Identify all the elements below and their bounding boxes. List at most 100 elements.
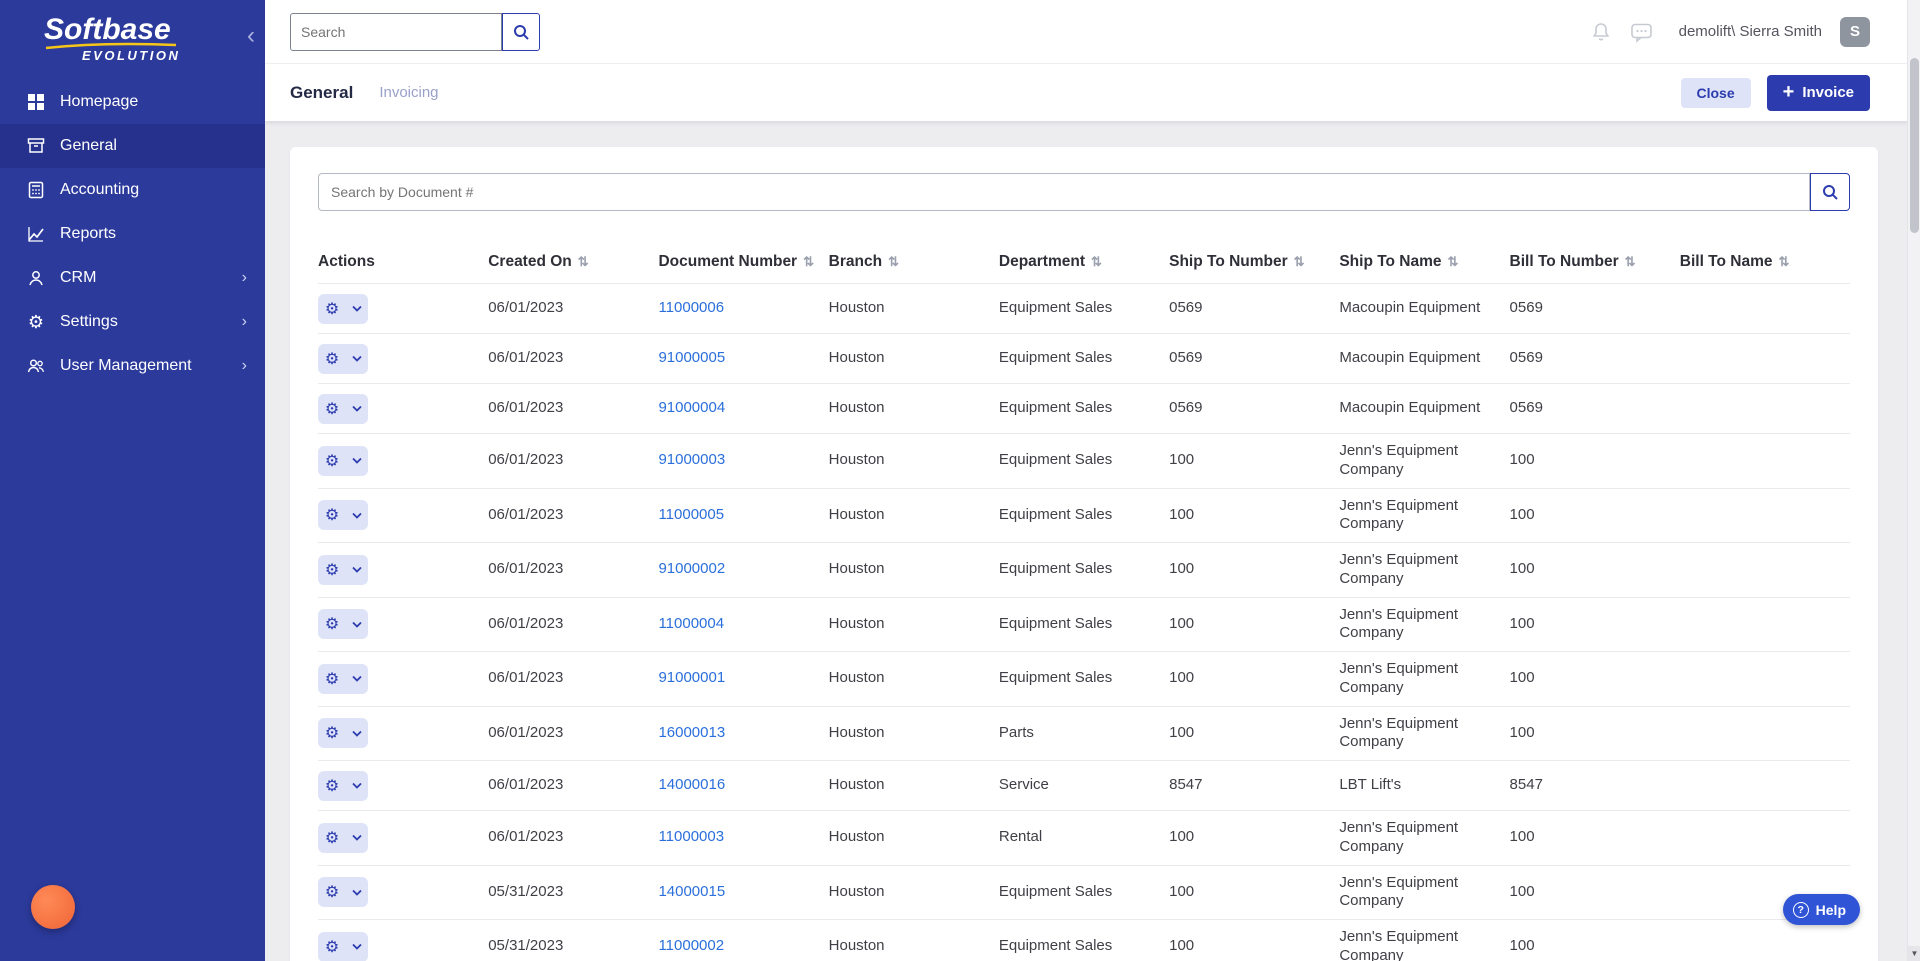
- row-settings-button[interactable]: ⚙: [318, 394, 346, 424]
- document-number-link[interactable]: 91000001: [658, 669, 725, 688]
- bill-to-number-cell: 100: [1509, 828, 1535, 846]
- chat-icon: [1630, 23, 1652, 43]
- bill-to-name-cell: [1680, 922, 1850, 961]
- content-area: Actions Created On⇅ Document Number⇅ Bra…: [265, 121, 1920, 961]
- sidebar-item-reports[interactable]: Reports: [0, 212, 265, 256]
- sidebar-item-general[interactable]: General: [0, 124, 265, 168]
- row-actions-dropdown[interactable]: [346, 294, 368, 324]
- bill-to-name-cell: [1680, 491, 1850, 540]
- row-settings-button[interactable]: ⚙: [318, 446, 346, 476]
- sort-icon[interactable]: ⇅: [1294, 254, 1305, 270]
- row-settings-button[interactable]: ⚙: [318, 294, 346, 324]
- row-settings-button[interactable]: ⚙: [318, 609, 346, 639]
- sidebar-collapse-icon[interactable]: ‹: [247, 24, 255, 48]
- sidebar-item-label: Homepage: [60, 93, 139, 110]
- document-number-link[interactable]: 11000005: [658, 506, 724, 525]
- tab-general[interactable]: General: [290, 83, 353, 103]
- column-header-document-number: Document Number ⇅: [658, 253, 814, 270]
- document-number-link[interactable]: 11000002: [658, 937, 724, 956]
- row-actions-dropdown[interactable]: [346, 718, 368, 748]
- help-button[interactable]: ? Help: [1782, 894, 1860, 925]
- row-actions-dropdown[interactable]: [346, 500, 368, 530]
- tab-invoicing[interactable]: Invoicing: [379, 84, 438, 101]
- row-settings-button[interactable]: ⚙: [318, 771, 346, 801]
- table-row: ⚙ 06/01/2023 11000004 Houston Equipment …: [318, 598, 1850, 652]
- close-button[interactable]: Close: [1680, 77, 1751, 108]
- sort-icon[interactable]: ⇅: [1779, 254, 1790, 270]
- bill-to-number-cell: 100: [1509, 882, 1535, 900]
- sidebar-item-label: Reports: [60, 225, 117, 242]
- row-actions-dropdown[interactable]: [346, 877, 368, 907]
- actions-cell: ⚙: [318, 813, 488, 862]
- document-search-input[interactable]: [318, 173, 1810, 211]
- chevron-down-icon: [352, 944, 362, 951]
- sidebar-item-accounting[interactable]: Accounting: [0, 168, 265, 212]
- messages-button[interactable]: [1630, 21, 1653, 43]
- row-actions-dropdown[interactable]: [346, 344, 368, 374]
- sort-icon[interactable]: ⇅: [578, 254, 589, 270]
- row-settings-button[interactable]: ⚙: [318, 555, 346, 585]
- row-actions-dropdown[interactable]: [346, 609, 368, 639]
- chat-widget-button[interactable]: [31, 885, 75, 929]
- sidebar-item-settings[interactable]: ⚙ Settings ›: [0, 300, 265, 344]
- document-number-link[interactable]: 14000015: [658, 883, 725, 902]
- row-settings-button[interactable]: ⚙: [318, 718, 346, 748]
- avatar[interactable]: S: [1840, 16, 1870, 47]
- sidebar-item-homepage[interactable]: Homepage: [0, 80, 265, 124]
- document-number-link[interactable]: 11000003: [658, 828, 724, 847]
- sidebar-item-crm[interactable]: CRM ›: [0, 256, 265, 300]
- row-settings-button[interactable]: ⚙: [318, 932, 346, 961]
- document-number-link[interactable]: 14000016: [658, 776, 725, 795]
- row-actions-dropdown[interactable]: [346, 932, 368, 961]
- document-search-button[interactable]: [1810, 173, 1850, 211]
- row-actions-dropdown[interactable]: [346, 555, 368, 585]
- row-actions-dropdown[interactable]: [346, 446, 368, 476]
- chevron-right-icon: ›: [241, 313, 247, 330]
- sidebar-item-label: CRM: [60, 269, 97, 286]
- global-search-button[interactable]: [502, 12, 540, 51]
- department-cell: Rental: [998, 828, 1043, 846]
- chevron-down-icon: [352, 305, 362, 312]
- row-settings-button[interactable]: ⚙: [318, 823, 346, 853]
- document-number-link[interactable]: 91000004: [658, 399, 725, 418]
- chevron-down-icon: [352, 567, 362, 574]
- row-actions-dropdown[interactable]: [346, 394, 368, 424]
- document-number-link[interactable]: 16000013: [658, 724, 725, 743]
- bill-to-number-cell: 100: [1509, 505, 1535, 523]
- row-settings-button[interactable]: ⚙: [318, 344, 346, 374]
- document-number-cell: 91000002: [658, 545, 828, 594]
- global-search-input[interactable]: [290, 12, 502, 51]
- sort-icon[interactable]: ⇅: [803, 254, 814, 270]
- column-header-ship-to-name: Ship To Name ⇅: [1339, 253, 1459, 270]
- scrollbar-down-arrow[interactable]: ▼: [1908, 946, 1920, 961]
- notifications-button[interactable]: [1590, 21, 1612, 43]
- sort-icon[interactable]: ⇅: [1625, 254, 1636, 270]
- document-number-link[interactable]: 11000006: [658, 299, 724, 318]
- ship-to-name-cell: Jenn's Equipment Company: [1339, 928, 1459, 961]
- row-actions-dropdown[interactable]: [346, 823, 368, 853]
- document-number-link[interactable]: 91000003: [658, 451, 725, 470]
- gear-icon: ⚙: [324, 507, 340, 525]
- scrollbar-thumb[interactable]: [1910, 58, 1919, 233]
- row-settings-button[interactable]: ⚙: [318, 877, 346, 907]
- sort-icon[interactable]: ⇅: [1091, 254, 1102, 270]
- row-actions-dropdown[interactable]: [346, 664, 368, 694]
- document-number-link[interactable]: 91000002: [658, 560, 725, 579]
- gear-icon: ⚙: [324, 670, 340, 688]
- document-number-link[interactable]: 11000004: [658, 615, 724, 634]
- row-actions-dropdown[interactable]: [346, 771, 368, 801]
- search-icon: [1823, 185, 1838, 200]
- plus-icon: +: [1782, 80, 1795, 103]
- row-settings-button[interactable]: ⚙: [318, 664, 346, 694]
- sort-icon[interactable]: ⇅: [888, 254, 899, 270]
- row-settings-button[interactable]: ⚙: [318, 500, 346, 530]
- vertical-scrollbar[interactable]: ▼: [1907, 0, 1920, 961]
- bill-to-name-cell: [1680, 545, 1850, 594]
- add-invoice-button[interactable]: + Invoice: [1766, 74, 1870, 111]
- chevron-down-icon: [352, 676, 362, 683]
- sidebar-item-user-management[interactable]: User Management ›: [0, 344, 265, 388]
- actions-cell: ⚙: [318, 654, 488, 703]
- document-number-link[interactable]: 91000005: [658, 349, 725, 368]
- bill-to-number-cell: 0569: [1509, 349, 1543, 367]
- sort-icon[interactable]: ⇅: [1448, 254, 1459, 270]
